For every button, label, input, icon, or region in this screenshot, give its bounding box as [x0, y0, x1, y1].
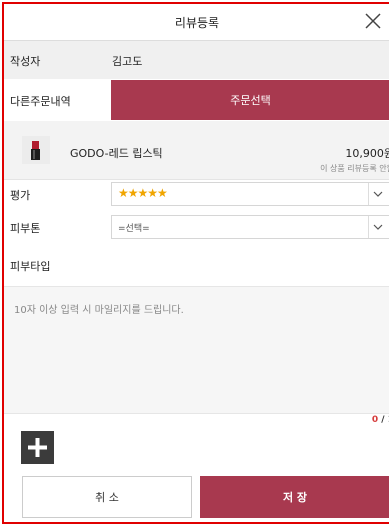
char-counter: 0 / 1 — [372, 415, 389, 425]
order-row: 다른주문내역 주문선택 — [4, 80, 389, 120]
select-divider — [368, 216, 369, 238]
skintone-label: 피부톤 — [10, 222, 41, 235]
dialog-footer: 취 소 저 장 — [4, 476, 389, 522]
add-photo-button[interactable] — [21, 431, 54, 464]
product-name: GODO-레드 립스틱 — [70, 147, 163, 160]
review-textarea[interactable] — [4, 287, 389, 413]
product-price: 10,900원 — [345, 147, 389, 160]
chevron-down-icon — [373, 191, 383, 197]
select-divider — [368, 183, 369, 205]
save-button[interactable]: 저 장 — [200, 476, 389, 518]
writer-row: 작성자 김고도 — [4, 41, 389, 79]
product-note: 이 상품 리뷰등록 안함 — [320, 164, 389, 173]
rating-stars: ★★★★★ — [118, 186, 168, 200]
rating-select[interactable]: ★★★★★ — [111, 182, 389, 206]
dialog-title: 리뷰등록 — [174, 16, 220, 30]
skintone-value: =선택= — [118, 224, 150, 234]
product-row: GODO-레드 립스틱 10,900원 이 상품 리뷰등록 안함 — [4, 121, 389, 180]
dialog-header: 리뷰등록 — [4, 4, 389, 41]
chevron-down-icon — [373, 224, 383, 230]
skintype-row: 피부타입 — [4, 249, 389, 279]
rating-row: 평가 ★★★★★ — [4, 179, 389, 209]
rating-label: 평가 — [10, 189, 31, 202]
review-dialog: 리뷰등록 작성자 김고도 다른주문내역 주문선택 GODO-레드 립스틱 10,… — [2, 2, 389, 524]
skintype-label: 피부타입 — [10, 260, 51, 273]
plus-icon — [28, 438, 47, 457]
writer-label: 작성자 — [10, 55, 41, 68]
skintone-select[interactable]: =선택= — [111, 215, 389, 239]
review-textarea-wrap — [4, 286, 389, 414]
order-label: 다른주문내역 — [10, 95, 71, 108]
select-order-button[interactable]: 주문선택 — [111, 80, 389, 120]
close-icon[interactable] — [362, 10, 384, 32]
writer-value: 김고도 — [112, 55, 143, 68]
cancel-button[interactable]: 취 소 — [22, 476, 192, 518]
lipstick-icon — [22, 136, 50, 164]
char-count-max: / 1 — [381, 415, 389, 425]
skintone-row: 피부톤 =선택= — [4, 212, 389, 242]
